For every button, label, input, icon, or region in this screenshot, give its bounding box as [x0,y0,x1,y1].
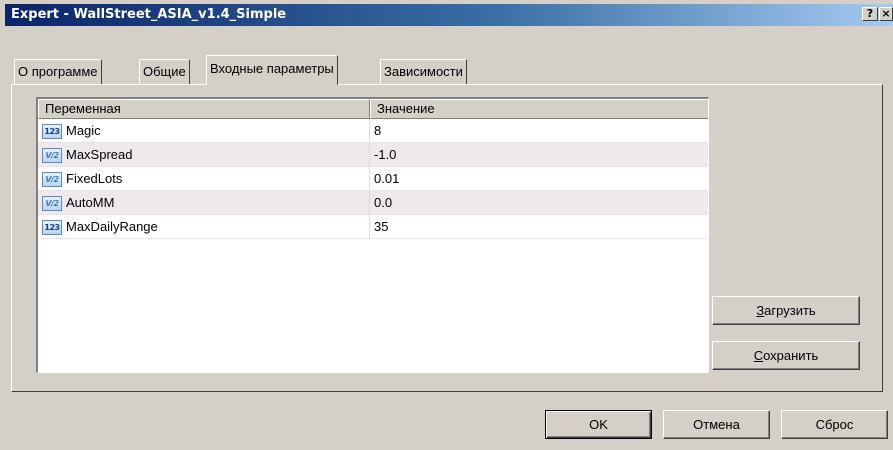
parameter-name: AutoMM [66,195,115,210]
double-type-icon: V/2 [42,196,62,211]
cancel-button-label: Отмена [693,417,740,432]
load-button-mnemonic: З [756,303,765,318]
column-header-value-label: Значение [377,101,435,116]
column-header-variable[interactable]: Переменная [38,99,370,119]
tab-input-parameters[interactable]: Входные параметры [206,55,338,85]
column-header-variable-label: Переменная [45,101,121,116]
integer-type-icon: 123 [42,124,62,139]
parameters-table[interactable]: Переменная Значение 123 Magic 8 V/2 MaxS… [36,97,709,373]
grid-line [369,143,370,167]
parameter-value[interactable]: -1.0 [374,143,396,167]
parameter-value[interactable]: 8 [374,119,381,143]
parameter-name: MaxSpread [66,147,133,162]
table-row[interactable]: V/2 AutoMM 0.0 [38,191,708,215]
ok-button-label: OK [589,417,608,432]
table-row[interactable]: 123 Magic 8 [38,119,708,143]
close-icon: × [881,7,891,20]
tab-dependencies-label: Зависимости [384,64,463,79]
save-button-mnemonic: С [753,348,764,363]
parameter-name: Magic [66,123,101,138]
table-row[interactable]: V/2 FixedLots 0.01 [38,167,708,191]
tab-dependencies[interactable]: Зависимости [380,59,467,84]
tab-about[interactable]: О программе [14,59,102,84]
grid-line [369,119,370,143]
table-row[interactable]: V/2 MaxSpread -1.0 [38,143,708,167]
save-button[interactable]: Сохранить [712,341,860,370]
grid-line [38,238,708,239]
tab-common-label: Общие [143,64,186,79]
load-button-label: агрузить [764,303,816,318]
parameter-value[interactable]: 0.01 [374,167,399,191]
parameter-name: MaxDailyRange [66,219,158,234]
parameter-value[interactable]: 0.0 [374,191,392,215]
close-button[interactable]: × [879,7,893,21]
title-bar[interactable]: Expert - WallStreet_ASIA_v1.4_Simple ? × [5,4,893,26]
window-title: Expert - WallStreet_ASIA_v1.4_Simple [11,7,287,22]
reset-button[interactable]: Сброс [781,410,888,439]
tab-input-parameters-label: Входные параметры [210,61,334,76]
integer-type-icon: 123 [42,220,62,235]
double-type-icon: V/2 [42,148,62,163]
load-button[interactable]: Загрузить [712,296,860,325]
table-header: Переменная Значение [38,99,708,119]
tab-about-label: О программе [18,64,98,79]
grid-line [369,215,370,239]
parameter-name: FixedLots [66,171,123,186]
expert-properties-dialog: Expert - WallStreet_ASIA_v1.4_Simple ? ×… [0,0,893,450]
help-icon: ? [866,7,874,20]
parameter-value[interactable]: 35 [374,215,388,239]
save-button-label: охранить [763,348,819,363]
tab-common[interactable]: Общие [139,59,190,84]
ok-button[interactable]: OK [545,410,652,439]
table-row[interactable]: 123 MaxDailyRange 35 [38,215,708,239]
column-header-value[interactable]: Значение [370,99,708,119]
cancel-button[interactable]: Отмена [663,410,770,439]
grid-line [369,167,370,191]
double-type-icon: V/2 [42,172,62,187]
reset-button-label: Сброс [815,417,854,432]
help-button[interactable]: ? [862,7,878,21]
grid-line [369,191,370,215]
